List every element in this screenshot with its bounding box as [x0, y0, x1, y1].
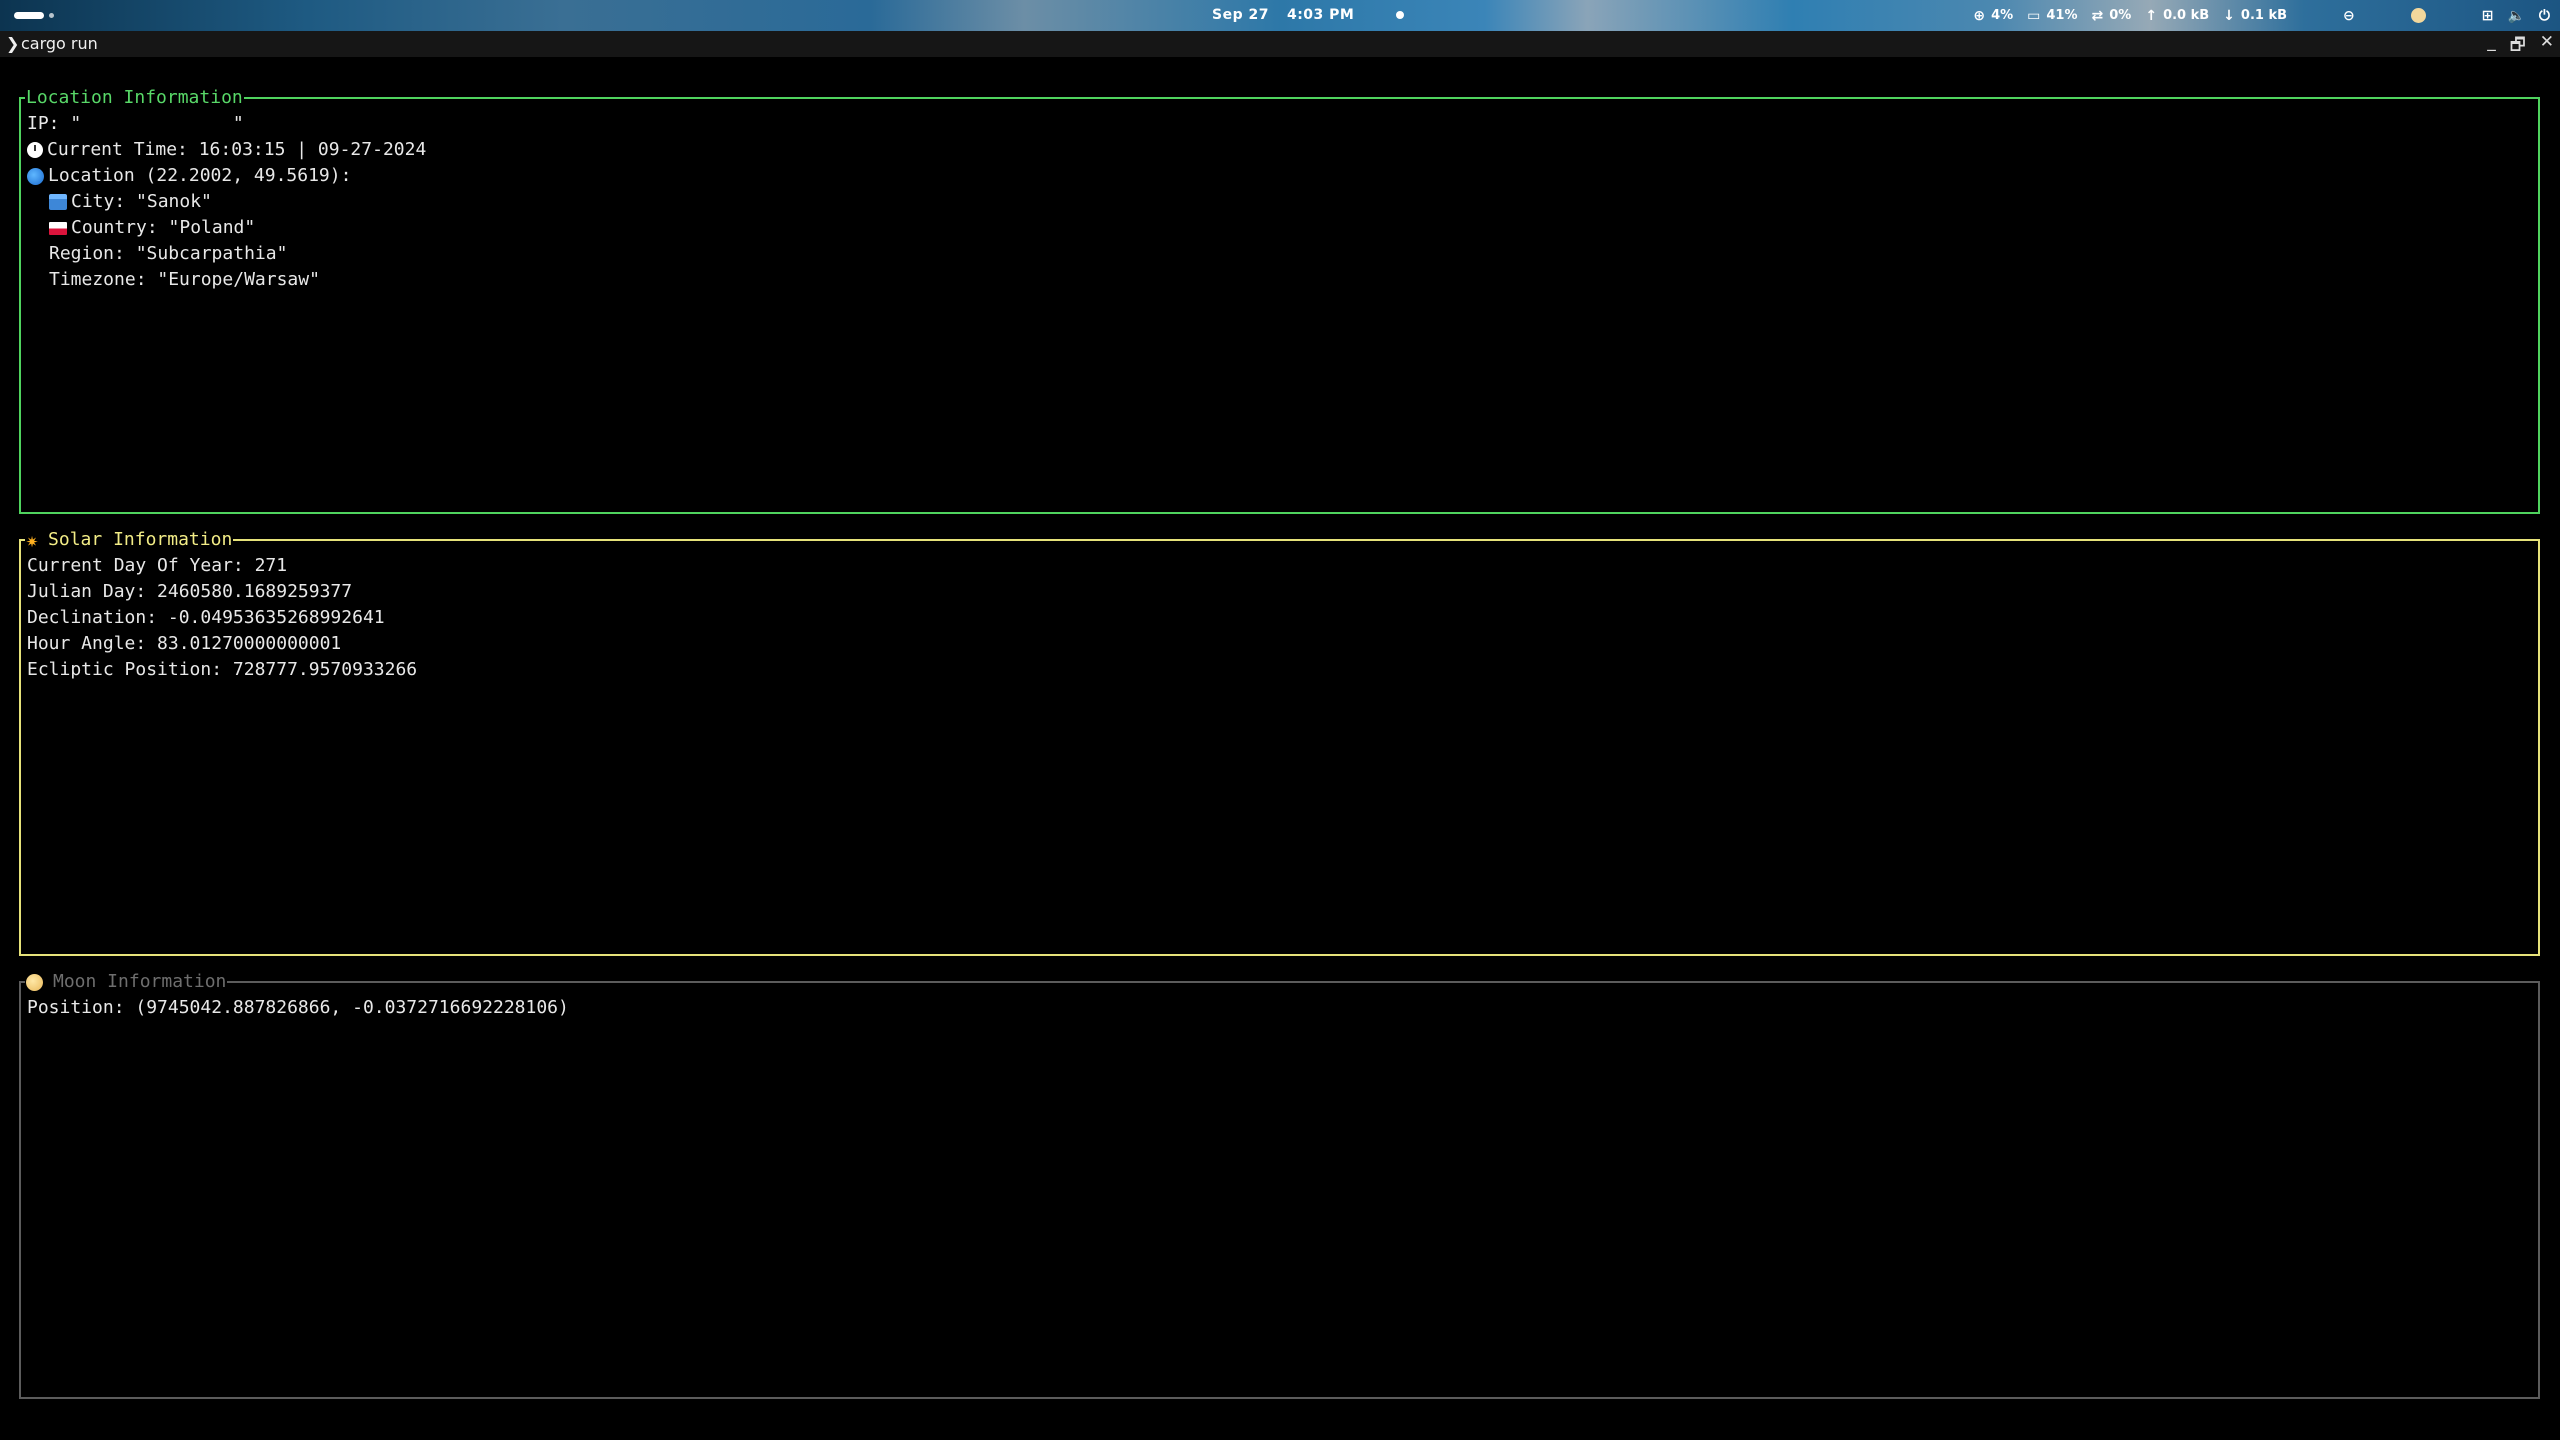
memory-indicator[interactable]: ▭ 41% [2027, 8, 2077, 23]
ecliptic-row: Ecliptic Position: 728777.9570933266 [27, 659, 418, 680]
arrow-down-icon: ↓ [2223, 7, 2235, 24]
location-panel: Location Information IP: " " Current Tim… [19, 85, 2540, 514]
cpu-icon: ⊕ [1973, 7, 1986, 24]
notification-dot-icon [1396, 11, 1405, 19]
solar-panel: ✷ Solar Information Current Day Of Year:… [19, 527, 2540, 956]
swap-value: 0% [2109, 8, 2132, 23]
memory-value: 41% [2046, 8, 2078, 23]
clock-time: 4:03 PM [1286, 7, 1355, 23]
location-panel-title: Location Information [25, 85, 244, 111]
current-time-text: Current Time: 16:03:15 | 09-27-2024 [47, 139, 427, 160]
close-button[interactable]: ✕ [2540, 32, 2554, 61]
clock-date: Sep 27 [1212, 7, 1269, 23]
network-icon[interactable]: ⊞ [2482, 9, 2494, 23]
system-top-bar: Sep 27 4:03 PM ⊕ 4% ▭ 41% ⇄ 0% ↑ 0.0 kB … [0, 0, 2560, 31]
moon-title-text: Moon Information [53, 971, 227, 992]
maximize-button[interactable]: 🗗 [2510, 32, 2526, 61]
sun-icon: ✷ [26, 528, 39, 552]
terminal-title-bar: ❯ cargo run _ 🗗 ✕ [0, 31, 2560, 57]
julian-day-row: Julian Day: 2460580.1689259377 [27, 581, 353, 602]
workspace-indicator[interactable] [49, 13, 54, 18]
swap-icon: ⇄ [2091, 7, 2104, 24]
hour-angle-row: Hour Angle: 83.01270000000001 [27, 633, 342, 654]
solar-title-text: Solar Information [48, 529, 233, 550]
clock-icon [27, 142, 43, 158]
ip-row: IP: " " [27, 113, 244, 134]
cpu-value: 4% [1991, 8, 2014, 23]
prompt-chevron-icon: ❯ [6, 34, 20, 53]
night-light-icon[interactable] [2410, 8, 2426, 23]
country-row: Country: "Poland" [27, 215, 426, 241]
current-time-row: Current Time: 16:03:15 | 09-27-2024 [27, 137, 426, 163]
coords-text: Location (22.2002, 49.5619): [48, 165, 352, 186]
solar-content: Current Day Of Year: 271 Julian Day: 246… [27, 553, 417, 683]
volume-icon[interactable]: 🔈 [2507, 9, 2524, 23]
timezone-row: Timezone: "Europe/Warsaw" [49, 269, 320, 290]
swap-indicator[interactable]: ⇄ 0% [2092, 8, 2132, 23]
moon-content: Position: (9745042.887826866, -0.0372716… [27, 995, 569, 1021]
moon-position-row: Position: (9745042.887826866, -0.0372716… [27, 997, 569, 1018]
download-value: 0.1 kB [2240, 8, 2288, 23]
cpu-indicator[interactable]: ⊕ 4% [1973, 8, 2013, 23]
upload-value: 0.0 kB [2163, 8, 2210, 23]
location-title-text: Location Information [26, 87, 243, 108]
network-download-indicator[interactable]: ↓ 0.1 kB [2223, 8, 2287, 23]
declination-row: Declination: -0.04953635268992641 [27, 607, 385, 628]
workspace-indicator-active[interactable] [14, 12, 44, 19]
clock[interactable]: Sep 27 4:03 PM [1212, 7, 1405, 23]
day-of-year-row: Current Day Of Year: 271 [27, 555, 288, 576]
city-row: City: "Sanok" [27, 189, 426, 215]
system-tray: ⊕ 4% ▭ 41% ⇄ 0% ↑ 0.0 kB ↓ 0.1 kB ⊖ ⊞ 🔈 … [1973, 0, 2560, 31]
coords-row: Location (22.2002, 49.5619): [27, 163, 426, 189]
poland-flag-icon [49, 221, 67, 235]
moon-panel-title: Moon Information [25, 969, 228, 995]
screenshot-icon[interactable]: ⊖ [2343, 9, 2355, 23]
window-title: cargo run [21, 34, 98, 53]
minimize-button[interactable]: _ [2487, 32, 2496, 61]
arrow-up-icon: ↑ [2145, 7, 2158, 24]
solar-panel-title: ✷ Solar Information [25, 527, 234, 553]
cityscape-icon [49, 194, 67, 210]
power-icon[interactable]: ⏻ [2539, 9, 2550, 23]
country-text: Country: "Poland" [71, 217, 256, 238]
network-upload-indicator[interactable]: ↑ 0.0 kB [2145, 8, 2209, 23]
region-row: Region: "Subcarpathia" [49, 243, 288, 264]
moon-icon [26, 973, 43, 991]
moon-panel: Moon Information Position: (9745042.8878… [19, 969, 2540, 1399]
globe-icon [27, 167, 44, 185]
memory-icon: ▭ [2027, 7, 2041, 24]
location-content: IP: " " Current Time: 16:03:15 | 09-27-2… [27, 111, 426, 293]
window-controls: _ 🗗 ✕ [2487, 32, 2554, 61]
city-text: City: "Sanok" [71, 191, 212, 212]
